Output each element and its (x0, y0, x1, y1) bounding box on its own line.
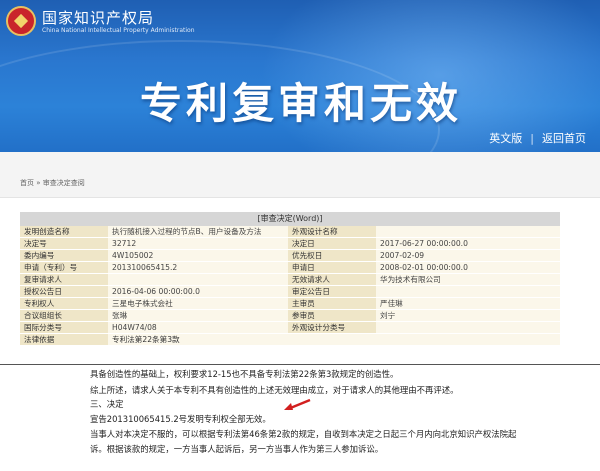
table-row: 委内编号 4W105002 优先权日 2007-02-09 (20, 249, 560, 262)
red-arrow-icon (284, 398, 311, 411)
table-row: 法律依据 专利法第22条第3款 (20, 333, 560, 346)
breadcrumb[interactable]: 首页 » 审查决定查阅 (20, 178, 85, 188)
field-label: 无效请求人 (288, 273, 376, 286)
table-row: 授权公告日 2016-04-06 00:00:00.0 审定公告日 (20, 285, 560, 298)
home-link[interactable]: 返回首页 (542, 132, 586, 145)
field-label: 发明创造名称 (20, 226, 108, 238)
field-value: 专利法第22条第3款 (108, 333, 560, 346)
field-label: 授权公告日 (20, 285, 108, 298)
field-label: 合议组组长 (20, 309, 108, 322)
field-value: 2017-06-27 00:00:00.0 (376, 237, 560, 250)
field-value: 201310065415.2 (108, 261, 288, 274)
field-value: 4W105002 (108, 249, 288, 262)
field-value: 三星电子株式会社 (108, 297, 288, 310)
nav-separator: | (530, 132, 534, 145)
field-value: 32712 (108, 237, 288, 250)
field-value: 2016-04-06 00:00:00.0 (108, 285, 288, 298)
field-value: 2007-02-09 (376, 249, 560, 262)
national-emblem-icon[interactable] (6, 6, 36, 36)
decision-word-link[interactable]: [审查决定(Word)] (20, 212, 560, 226)
breadcrumb-bar: 首页 » 审查决定查阅 (0, 152, 600, 198)
table-row: 申请（专利）号 201310065415.2 申请日 2008-02-01 00:00… (20, 261, 560, 274)
field-label: 申请日 (288, 261, 376, 274)
doc-line: 具备创造性的基础上，权利要求12-15也不具备专利法第22条第3款规定的创造性。 (90, 369, 399, 379)
table-row: 专利权人 三星电子株式会社 主审员 严佳琳 (20, 297, 560, 310)
field-label: 外观设计分类号 (288, 321, 376, 334)
field-label: 决定号 (20, 237, 108, 250)
field-value (376, 226, 560, 238)
field-label: 法律依据 (20, 333, 108, 346)
field-value: H04W74/08 (108, 321, 288, 334)
field-label: 优先权日 (288, 249, 376, 262)
field-value: 严佳琳 (376, 297, 560, 310)
field-value: 2008-02-01 00:00:00.0 (376, 261, 560, 274)
logo-subtitle: China National Intellectual Property Adm… (42, 27, 195, 34)
field-label: 审定公告日 (288, 285, 376, 298)
field-value: 执行随机接入过程的节点B、用户设备及方法 (108, 226, 288, 238)
field-label: 专利权人 (20, 297, 108, 310)
doc-line: 三、决定 (90, 399, 124, 409)
field-label: 外观设计名称 (288, 226, 376, 238)
table-row: 发明创造名称 执行随机接入过程的节点B、用户设备及方法 外观设计名称 (20, 226, 560, 238)
field-label: 决定日 (288, 237, 376, 250)
field-label: 国际分类号 (20, 321, 108, 334)
page-title: 专利复审和无效 (140, 79, 463, 128)
field-label: 申请（专利）号 (20, 261, 108, 274)
table-row: 复审请求人 无效请求人 华为技术有限公司 (20, 273, 560, 286)
arrow-head (284, 403, 293, 410)
field-value: 刘宁 (376, 309, 560, 322)
english-version-link[interactable]: 英文版 (489, 132, 522, 145)
table-row: 国际分类号 H04W74/08 外观设计分类号 (20, 321, 560, 334)
decision-info-table: 发明创造名称 执行随机接入过程的节点B、用户设备及方法 外观设计名称 决定号 32712… (20, 226, 560, 346)
field-label: 参审员 (288, 309, 376, 322)
decision-document: 具备创造性的基础上，权利要求12-15也不具备专利法第22条第3款规定的创造性。… (0, 364, 600, 471)
top-nav: 英文版 | 返回首页 (489, 130, 586, 146)
field-value: 张琳 (108, 309, 288, 322)
field-value: 华为技术有限公司 (376, 273, 560, 286)
field-label: 复审请求人 (20, 273, 108, 286)
field-label: 主审员 (288, 297, 376, 310)
field-label: 委内编号 (20, 249, 108, 262)
table-row: 合议组组长 张琳 参审员 刘宁 (20, 309, 560, 322)
doc-line: 综上所述，请求人关于本专利不具有创造性的上述无效理由成立，对于请求人的其他理由不… (90, 385, 459, 395)
field-value (376, 285, 560, 298)
table-row: 决定号 32712 决定日 2017-06-27 00:00:00.0 (20, 237, 560, 250)
logo-title[interactable]: 国家知识产权局 (42, 7, 154, 28)
decision-table: [审查决定(Word)] 发明创造名称 执行随机接入过程的节点B、用户设备及方法外… (20, 212, 560, 346)
doc-line: 当事人对本决定不服的，可以根据专利法第46条第2款的规定，自收到本决定之日起三个… (90, 429, 517, 439)
header-banner: 国家知识产权局 China National Intellectual Prop… (0, 0, 600, 152)
field-value (376, 321, 560, 334)
doc-line: 诉。根据该款的规定，一方当事人起诉后，另一方当事人作为第三人参加诉讼。 (90, 444, 384, 454)
doc-line: 宣告201310065415.2号发明专利权全部无效。 (90, 414, 271, 424)
field-value (108, 273, 288, 286)
